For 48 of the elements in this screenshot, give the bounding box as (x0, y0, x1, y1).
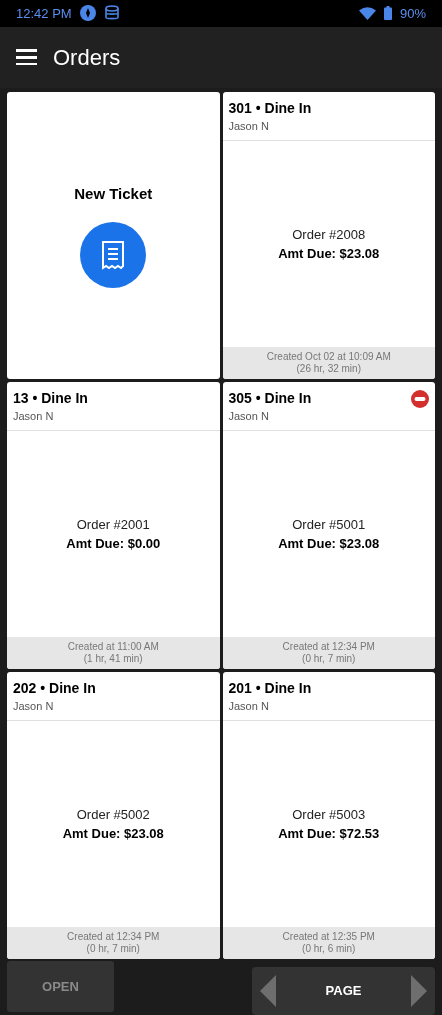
server-name: Jason N (228, 409, 270, 424)
order-card[interactable]: 305 • Dine In Jason N Order #5001 Amt Due: $23.08 Created at 12:34 PM (0 hr, 7 min) (222, 382, 435, 669)
status-time: 12:42 PM (16, 4, 72, 23)
order-card[interactable]: 201 • Dine In Jason N Order #5003 Amt Due: $72.53 Created at 12:35 PM (0 hr, 6 min) (222, 672, 435, 959)
page-label: PAGE (325, 982, 362, 1001)
table-title: 202 • Dine In (13, 679, 96, 698)
elapsed-time: (0 hr, 6 min) (302, 943, 356, 955)
amount-due: Amt Due: $23.08 (278, 245, 380, 263)
battery-level: 90% (399, 4, 426, 23)
created-time: Created at 12:34 PM (282, 641, 375, 653)
table-title: 301 • Dine In (228, 99, 312, 118)
database-icon (103, 5, 120, 22)
server-name: Jason N (13, 699, 55, 714)
next-page-icon[interactable] (409, 973, 429, 1009)
server-name: Jason N (228, 119, 270, 134)
order-number: Order #5003 (292, 805, 366, 824)
elapsed-time: (0 hr, 7 min) (86, 943, 140, 955)
previous-page-icon[interactable] (258, 973, 278, 1009)
amount-due: Amt Due: $23.08 (62, 825, 164, 843)
compass-icon (79, 5, 96, 22)
order-card[interactable]: 13 • Dine In Jason N Order #2001 Amt Due: $0.00 Created at 11:00 AM (1 hr, 41 min) (7, 382, 220, 669)
server-name: Jason N (228, 699, 270, 714)
menu-icon[interactable] (16, 49, 37, 66)
table-title: 305 • Dine In (228, 389, 312, 408)
order-number: Order #2008 (292, 225, 366, 244)
new-ticket-card[interactable]: New Ticket (7, 92, 220, 379)
order-number: Order #5001 (292, 515, 366, 534)
created-time: Created at 12:34 PM (67, 931, 160, 943)
elapsed-time: (0 hr, 7 min) (302, 653, 356, 665)
order-card[interactable]: 202 • Dine In Jason N Order #5002 Amt Due: $23.08 Created at 12:34 PM (0 hr, 7 min) (7, 672, 220, 959)
amount-due: Amt Due: $0.00 (66, 535, 161, 553)
created-time: Created at 12:35 PM (282, 931, 375, 943)
amount-due: Amt Due: $23.08 (278, 535, 380, 553)
order-number: Order #5002 (76, 805, 150, 824)
table-title: 201 • Dine In (228, 679, 312, 698)
order-number: Order #2001 (76, 515, 150, 534)
elapsed-time: (1 hr, 41 min) (83, 653, 143, 665)
created-time: Created at 11:00 AM (67, 641, 159, 653)
battery-icon (383, 6, 392, 21)
new-ticket-label: New Ticket (74, 184, 153, 205)
amount-due: Amt Due: $72.53 (278, 825, 380, 843)
elapsed-time: (26 hr, 32 min) (296, 363, 361, 375)
wifi-icon (358, 6, 376, 20)
created-time: Created Oct 02 at 10:09 AM (266, 351, 391, 363)
order-card[interactable]: 301 • Dine In Jason N Order #2008 Amt Due: $23.08 Created Oct 02 at 10:09 AM (26 hr, 32 min) (222, 92, 435, 379)
page-title: Orders (53, 43, 121, 72)
server-name: Jason N (13, 409, 55, 424)
table-title: 13 • Dine In (13, 389, 88, 408)
